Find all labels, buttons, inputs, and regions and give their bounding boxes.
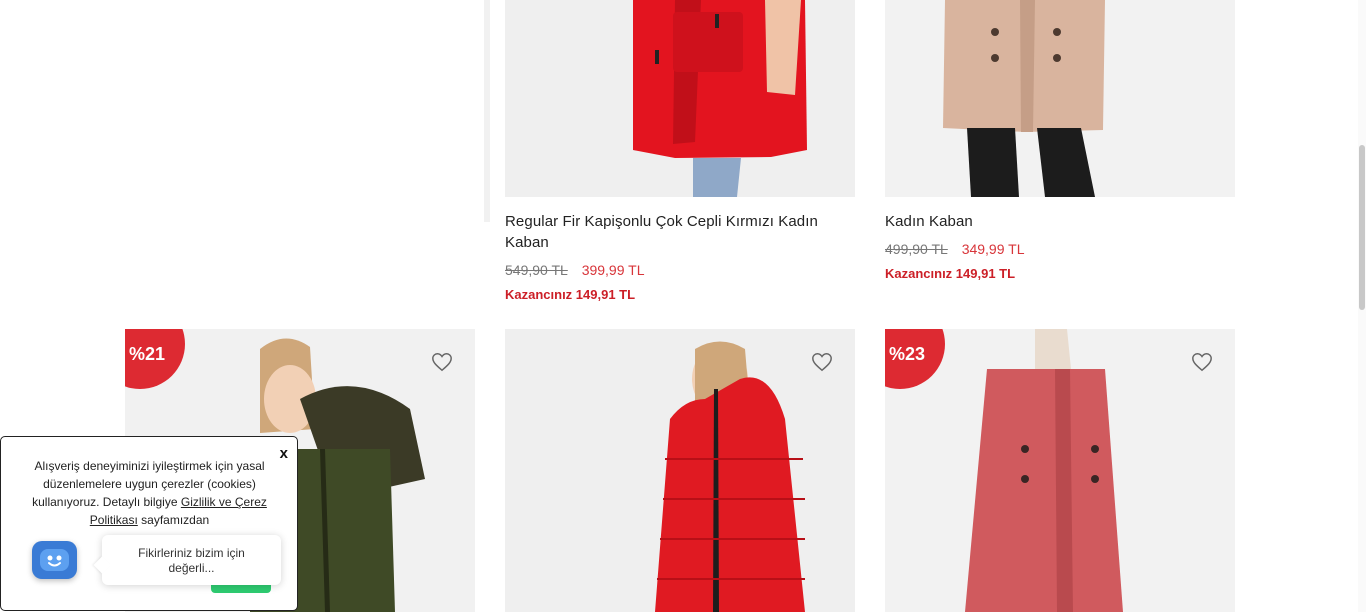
product-prices: 499,90 TL 349,99 TL xyxy=(885,241,1235,257)
product-card[interactable] xyxy=(505,329,855,612)
product-prices: 549,90 TL 399,99 TL xyxy=(505,262,855,278)
savings-label: Kazancınız 149,91 TL xyxy=(885,266,1016,281)
product-image[interactable]: %23 xyxy=(885,329,1235,612)
sidebar-divider xyxy=(484,0,490,222)
new-price: 399,99 TL xyxy=(581,262,645,278)
chat-bot-button[interactable] xyxy=(32,541,77,579)
product-card[interactable]: Regular Fir Kapişonlu Çok Cepli Kırmızı … xyxy=(505,0,855,302)
product-image[interactable] xyxy=(505,329,855,612)
old-price: 549,90 TL xyxy=(505,262,568,278)
new-price: 349,99 TL xyxy=(961,241,1025,257)
product-image[interactable] xyxy=(885,0,1235,197)
product-photo-red-quilted-coat xyxy=(505,329,855,612)
product-title[interactable]: Regular Fir Kapişonlu Çok Cepli Kırmızı … xyxy=(505,211,855,253)
heart-icon[interactable] xyxy=(431,351,453,373)
chat-tooltip[interactable]: Fikirleriniz bizim için değerli... xyxy=(102,535,281,585)
product-card[interactable]: Kadın Kaban 499,90 TL 349,99 TL Kazancın… xyxy=(885,0,1235,281)
product-photo-beige-teddy-coat xyxy=(885,0,1235,197)
product-photo-red-parka xyxy=(505,0,855,197)
cookie-text: Alışveriş deneyiminizi iyileştirmek için… xyxy=(32,459,267,527)
savings-label: Kazancınız 149,91 TL xyxy=(505,287,636,302)
close-button[interactable]: x xyxy=(280,445,288,462)
heart-icon[interactable] xyxy=(1191,351,1213,373)
old-price: 499,90 TL xyxy=(885,241,948,257)
product-card[interactable]: %23 xyxy=(885,329,1235,612)
product-title[interactable]: Kadın Kaban xyxy=(885,211,1235,232)
product-photo-pink-wool-coat xyxy=(885,329,1235,612)
scrollbar-track[interactable] xyxy=(1358,0,1366,612)
scrollbar-thumb[interactable] xyxy=(1359,145,1365,310)
product-image[interactable] xyxy=(505,0,855,197)
chat-bot-icon xyxy=(40,549,69,571)
heart-icon[interactable] xyxy=(811,351,833,373)
